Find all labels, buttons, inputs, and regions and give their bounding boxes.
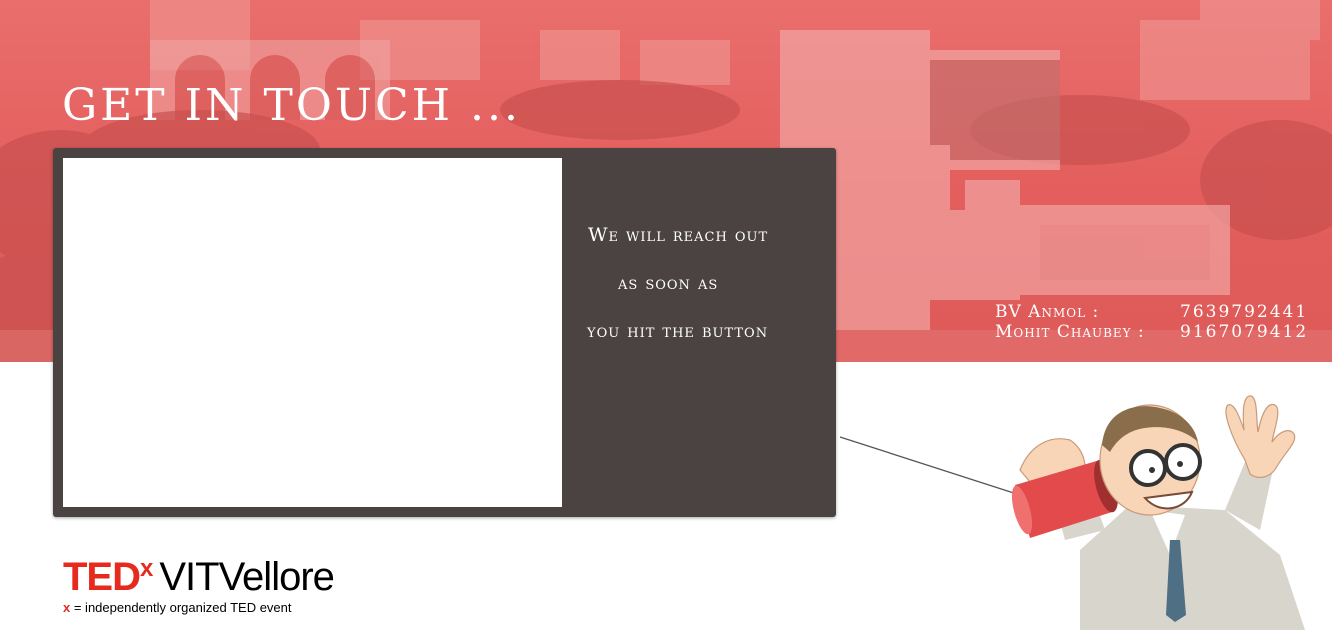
contact-phone-1: 7639792441 [1180,302,1309,322]
tagline-text: = independently organized TED event [70,600,292,615]
contact-name-1: BV Anmol : [995,302,1100,322]
page-title: GET IN TOUCH ... [62,80,521,131]
card-message-line-1: We will reach out [588,224,769,246]
logo-event-name: VITVellore [159,555,335,599]
tedx-logo: TEDx VITVellore [63,555,335,600]
contact-name-2: Mohit Chaubey : [995,322,1145,342]
man-with-tin-can-phone-illustration [839,395,1305,630]
contact-form-area[interactable] [63,158,562,507]
logo-ted: TED [63,555,141,599]
contact-card: We will reach out as soon as you hit the… [53,148,836,517]
card-message-line-2: as soon as [618,272,719,294]
logo-tagline: x = independently organized TED event [63,600,292,615]
contact-phone-2: 9167079412 [1180,322,1309,342]
logo-x: x [140,555,154,582]
card-message-line-3: you hit the button [587,320,769,342]
